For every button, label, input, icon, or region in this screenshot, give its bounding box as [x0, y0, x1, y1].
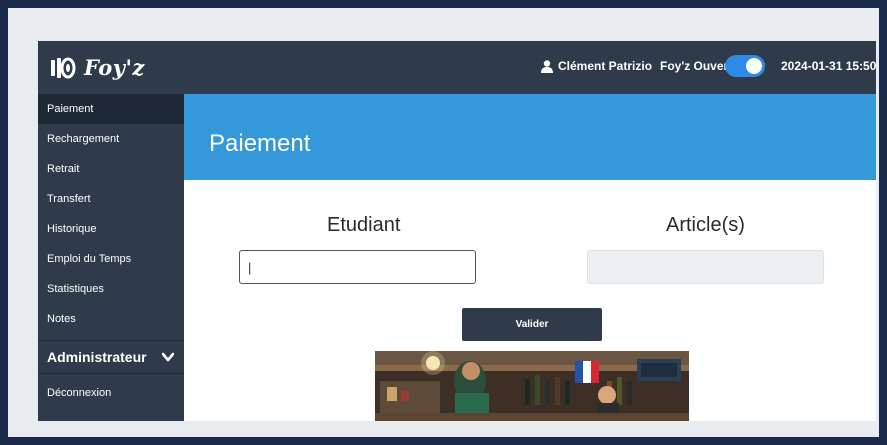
sidebar-item-historique[interactable]: Historique	[38, 214, 184, 244]
logo[interactable]: Foy'z	[50, 55, 145, 80]
sidebar: Paiement Rechargement Retrait Transfert …	[38, 94, 184, 421]
screenshot-frame: Foy'z Clément Patrizio Foy'z Ouvert 2024…	[8, 8, 879, 437]
user-name: Clément Patrizio	[558, 59, 653, 73]
main-content: Paiement Etudiant Article(s) Valider	[184, 94, 876, 421]
page-header: Paiement	[184, 94, 876, 180]
open-status-label: Foy'z Ouvert	[660, 59, 733, 73]
user-icon	[541, 59, 553, 73]
article-label: Article(s)	[666, 214, 745, 236]
page-title: Paiement	[209, 130, 311, 157]
sidebar-item-notes[interactable]: Notes	[38, 304, 184, 334]
sidebar-item-emploi-du-temps[interactable]: Emploi du Temps	[38, 244, 184, 274]
sidebar-item-statistiques[interactable]: Statistiques	[38, 274, 184, 304]
valider-button[interactable]: Valider	[462, 308, 602, 341]
sidebar-item-paiement[interactable]: Paiement	[38, 94, 184, 124]
student-label: Etudiant	[327, 214, 401, 236]
sidebar-item-deconnexion[interactable]: Déconnexion	[38, 378, 184, 408]
sidebar-item-transfert[interactable]: Transfert	[38, 184, 184, 214]
sidebar-item-retrait[interactable]: Retrait	[38, 154, 184, 184]
student-input[interactable]	[239, 250, 476, 284]
bar-photo	[375, 351, 689, 421]
chevron-down-icon	[162, 352, 174, 362]
bar-photo-image	[375, 351, 689, 421]
logo-text: Foy'z	[84, 55, 145, 80]
sidebar-section-administrateur[interactable]: Administrateur	[38, 340, 184, 374]
barrel-icon	[51, 57, 76, 78]
app-window: Foy'z Clément Patrizio Foy'z Ouvert 2024…	[38, 41, 876, 421]
article-field[interactable]	[587, 250, 824, 284]
datetime: 2024-01-31 15:50	[781, 59, 876, 73]
sidebar-section-label: Administrateur	[47, 349, 147, 365]
sidebar-item-rechargement[interactable]: Rechargement	[38, 124, 184, 154]
current-user[interactable]: Clément Patrizio	[541, 59, 652, 73]
top-bar: Foy'z Clément Patrizio Foy'z Ouvert 2024…	[38, 41, 876, 94]
open-status-toggle[interactable]	[725, 55, 765, 77]
toggle-knob	[746, 58, 762, 74]
